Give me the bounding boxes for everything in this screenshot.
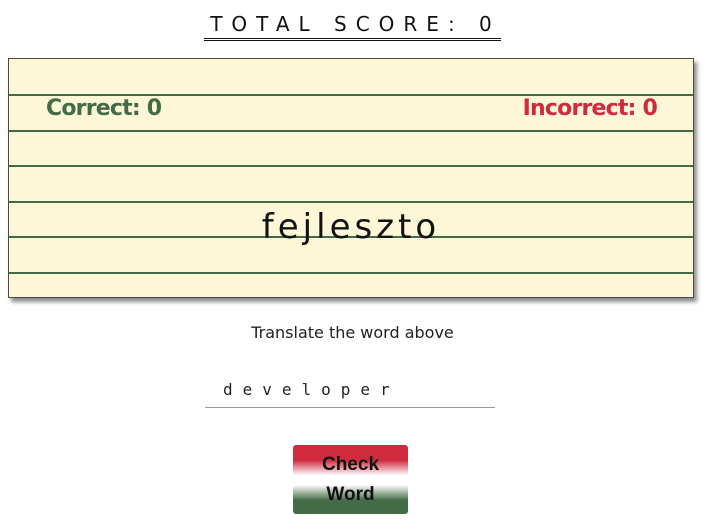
- total-score-heading: TOTAL SCORE: 0: [0, 10, 705, 41]
- instruction-text: Translate the word above: [251, 323, 454, 342]
- card-rule-line: [9, 165, 693, 167]
- page: TOTAL SCORE: 0 Correct: 0 Incorrect: 0 f…: [0, 0, 705, 531]
- incorrect-count: Incorrect: 0: [522, 93, 658, 125]
- card-rule-line: [9, 130, 693, 132]
- card-rule-line: [9, 272, 693, 274]
- total-score-value: 0: [479, 12, 501, 36]
- check-word-button-line1: Check: [321, 453, 380, 475]
- check-word-button[interactable]: Check Word: [293, 445, 408, 514]
- total-score-underline: TOTAL SCORE: 0: [204, 10, 501, 41]
- word-to-translate: fejleszto: [261, 207, 441, 247]
- answer-input[interactable]: [205, 372, 495, 408]
- correct-label: Correct:: [46, 96, 141, 121]
- total-score-label: TOTAL SCORE:: [210, 12, 464, 36]
- incorrect-label: Incorrect:: [522, 96, 637, 121]
- flashcard: Correct: 0 Incorrect: 0 fejleszto: [8, 58, 694, 298]
- card-rule-line: [9, 201, 693, 203]
- check-word-button-line2: Word: [326, 483, 375, 505]
- correct-value: 0: [146, 96, 162, 121]
- correct-count: Correct: 0: [46, 93, 162, 125]
- incorrect-value: 0: [642, 96, 657, 121]
